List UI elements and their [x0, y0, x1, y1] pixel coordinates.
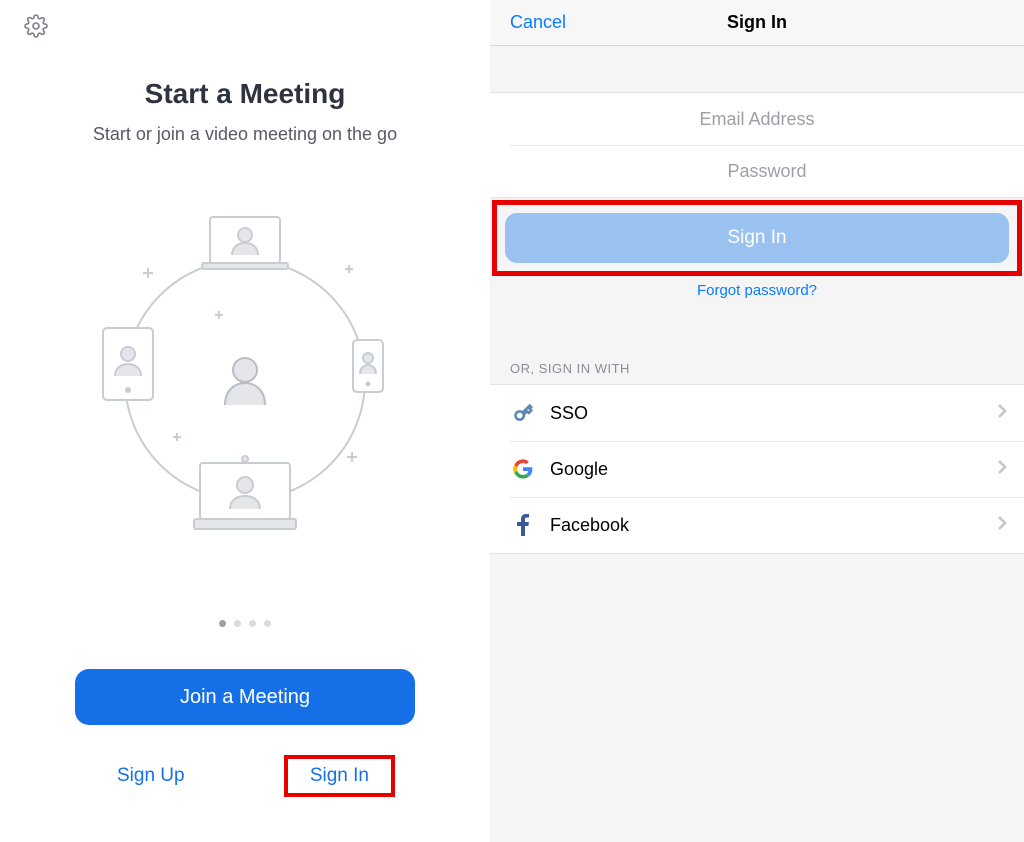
key-icon: [510, 403, 536, 423]
settings-icon[interactable]: [24, 14, 48, 43]
welcome-screen: Start a Meeting Start or join a video me…: [0, 0, 490, 842]
facebook-icon: [510, 514, 536, 536]
sign-in-link[interactable]: Sign In: [284, 755, 395, 797]
facebook-option[interactable]: Facebook: [490, 497, 1024, 553]
sign-in-button[interactable]: Sign In: [505, 213, 1009, 263]
page-dot: [234, 620, 241, 627]
nav-title: Sign In: [727, 12, 787, 33]
welcome-title: Start a Meeting: [145, 78, 346, 110]
sso-label: SSO: [550, 403, 996, 424]
password-field[interactable]: [510, 161, 1024, 182]
facebook-label: Facebook: [550, 515, 996, 536]
nav-bar: Cancel Sign In: [490, 0, 1024, 46]
alt-signin-label: OR, SIGN IN WITH: [490, 361, 1024, 384]
alt-signin-list: SSO Google: [490, 384, 1024, 554]
sign-up-link[interactable]: Sign Up: [95, 759, 207, 793]
welcome-subtitle: Start or join a video meeting on the go: [93, 124, 397, 145]
chevron-right-icon: [996, 458, 1008, 481]
join-meeting-button[interactable]: Join a Meeting: [75, 669, 415, 725]
page-dot: [264, 620, 271, 627]
devices-illustration: [95, 205, 395, 550]
page-indicator: [219, 550, 271, 627]
sign-in-highlight: Sign In: [492, 200, 1022, 276]
google-label: Google: [550, 459, 996, 480]
email-field[interactable]: [490, 109, 1024, 130]
cancel-button[interactable]: Cancel: [510, 12, 566, 33]
forgot-password-link[interactable]: Forgot password?: [490, 282, 1024, 299]
chevron-right-icon: [996, 402, 1008, 425]
google-icon: [510, 459, 536, 479]
chevron-right-icon: [996, 514, 1008, 537]
google-option[interactable]: Google: [490, 441, 1024, 497]
page-dot: [249, 620, 256, 627]
credentials-form: [490, 92, 1024, 198]
sso-option[interactable]: SSO: [490, 385, 1024, 441]
sign-in-screen: Cancel Sign In Sign In Forgot password? …: [490, 0, 1024, 842]
page-dot: [219, 620, 226, 627]
